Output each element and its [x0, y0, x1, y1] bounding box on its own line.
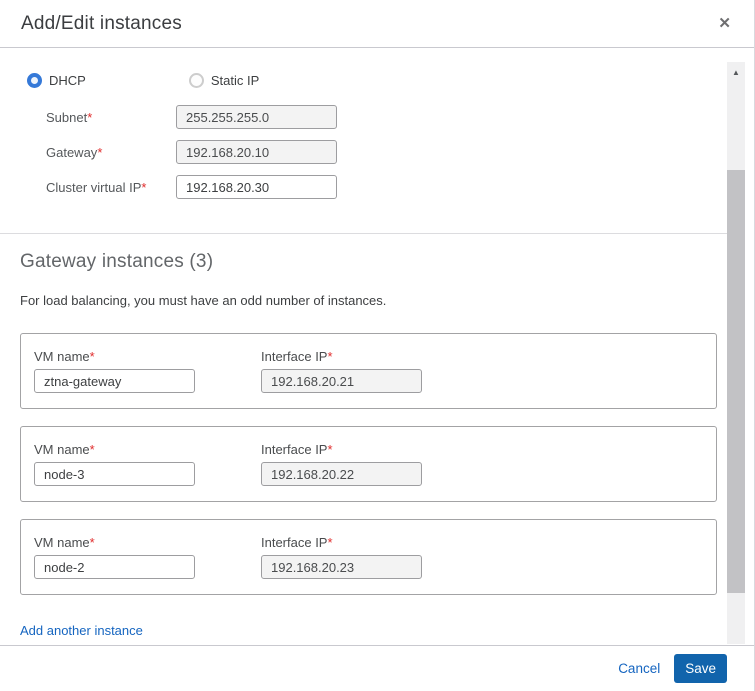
interface-ip-input-3 [261, 555, 422, 579]
interface-ip-field: Interface IP* [261, 349, 422, 393]
gateway-instances-heading: Gateway instances (3) [20, 251, 213, 273]
required-asterisk: * [327, 349, 332, 364]
radio-dhcp-label: DHCP [49, 73, 86, 88]
vm-name-field: VM name* [34, 349, 195, 393]
vm-name-input-3[interactable] [34, 555, 195, 579]
instance-card-1: VM name* Interface IP* [20, 333, 717, 409]
vm-name-input-2[interactable] [34, 462, 195, 486]
vm-name-label: VM name* [34, 349, 195, 364]
radio-static-ip[interactable]: Static IP [189, 73, 259, 88]
interface-ip-input-2 [261, 462, 422, 486]
dialog-body: DHCP Static IP Subnet* Gateway* Cluster … [0, 48, 754, 645]
radio-unselected-icon[interactable] [189, 73, 204, 88]
vm-name-field: VM name* [34, 535, 195, 579]
vm-name-input-1[interactable] [34, 369, 195, 393]
close-icon[interactable]: ✕ [716, 14, 733, 33]
scrollbar-thumb[interactable] [727, 170, 745, 593]
vertical-scrollbar[interactable]: ▲ [727, 62, 745, 644]
vm-name-field: VM name* [34, 442, 195, 486]
cluster-virtual-ip-label-text: Cluster virtual IP [46, 180, 141, 195]
gateway-label-text: Gateway [46, 145, 97, 160]
interface-ip-label: Interface IP* [261, 442, 422, 457]
required-asterisk: * [97, 145, 102, 160]
vm-name-label-text: VM name [34, 535, 90, 550]
gateway-field-row: Gateway* [46, 140, 337, 164]
dialog-header: Add/Edit instances ✕ [0, 0, 754, 48]
gateway-input [176, 140, 337, 164]
vm-name-label-text: VM name [34, 349, 90, 364]
add-edit-instances-dialog: Add/Edit instances ✕ DHCP Static IP Subn… [0, 0, 755, 691]
interface-ip-label: Interface IP* [261, 349, 422, 364]
required-asterisk: * [87, 110, 92, 125]
radio-static-ip-label: Static IP [211, 73, 259, 88]
required-asterisk: * [327, 535, 332, 550]
required-asterisk: * [90, 535, 95, 550]
vm-name-label-text: VM name [34, 442, 90, 457]
load-balancing-note: For load balancing, you must have an odd… [20, 293, 386, 308]
save-button[interactable]: Save [674, 654, 727, 683]
cluster-virtual-ip-label: Cluster virtual IP* [46, 180, 176, 195]
add-another-instance-link[interactable]: Add another instance [20, 623, 143, 638]
required-asterisk: * [90, 442, 95, 457]
subnet-input [176, 105, 337, 129]
scrollbar-up-arrow-icon[interactable]: ▲ [727, 65, 745, 79]
required-asterisk: * [327, 442, 332, 457]
interface-ip-label-text: Interface IP [261, 535, 327, 550]
vm-name-label: VM name* [34, 442, 195, 457]
subnet-field-row: Subnet* [46, 105, 337, 129]
dialog-title: Add/Edit instances [21, 13, 182, 35]
instance-card-2: VM name* Interface IP* [20, 426, 717, 502]
interface-ip-label-text: Interface IP [261, 349, 327, 364]
vm-name-label: VM name* [34, 535, 195, 550]
required-asterisk: * [141, 180, 146, 195]
section-divider [0, 233, 727, 234]
radio-selected-icon[interactable] [27, 73, 42, 88]
radio-dhcp[interactable]: DHCP [27, 73, 86, 88]
ip-mode-radio-group: DHCP Static IP [27, 73, 259, 88]
subnet-label-text: Subnet [46, 110, 87, 125]
cancel-button[interactable]: Cancel [618, 661, 660, 676]
interface-ip-field: Interface IP* [261, 442, 422, 486]
interface-ip-field: Interface IP* [261, 535, 422, 579]
cluster-virtual-ip-field-row: Cluster virtual IP* [46, 175, 337, 199]
subnet-label: Subnet* [46, 110, 176, 125]
cluster-virtual-ip-input[interactable] [176, 175, 337, 199]
interface-ip-label-text: Interface IP [261, 442, 327, 457]
required-asterisk: * [90, 349, 95, 364]
interface-ip-label: Interface IP* [261, 535, 422, 550]
interface-ip-input-1 [261, 369, 422, 393]
instance-card-3: VM name* Interface IP* [20, 519, 717, 595]
dialog-footer: Cancel Save [0, 645, 754, 691]
gateway-label: Gateway* [46, 145, 176, 160]
